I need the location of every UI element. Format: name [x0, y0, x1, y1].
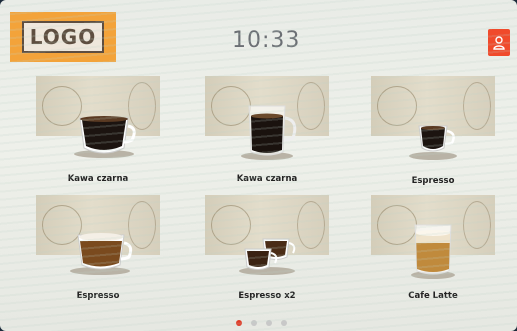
drink-tile-espresso-2[interactable]: Espresso — [36, 195, 160, 330]
page-dot-1[interactable] — [236, 320, 242, 326]
drink-tile-espresso-x2[interactable]: Espresso x2 — [205, 195, 329, 330]
clock: 10:33 — [232, 28, 301, 53]
drink-label: Espresso x2 — [238, 291, 296, 301]
drink-label: Kawa czarna — [67, 174, 129, 184]
page-dot-4[interactable] — [281, 320, 287, 326]
drink-tile-kawa-czarna-2[interactable]: Kawa czarna — [205, 76, 329, 211]
user-icon — [493, 35, 505, 50]
crema-cup-icon — [70, 233, 133, 275]
glass-icon — [241, 105, 297, 160]
drink-tile-espresso-1[interactable]: Espresso — [371, 76, 495, 211]
logo-text: LOGO — [21, 21, 105, 53]
drink-tile-kawa-czarna-1[interactable]: Kawa czarna — [36, 76, 160, 211]
latte-glass-icon — [411, 224, 455, 279]
drink-tile-cafe-latte[interactable]: Cafe Latte — [371, 195, 495, 330]
mug-icon — [74, 116, 136, 158]
drink-label: Kawa czarna — [236, 174, 298, 184]
drink-label: Espresso — [411, 176, 455, 186]
page-indicator — [236, 320, 287, 326]
page-dot-3[interactable] — [266, 320, 272, 326]
coffee-machine-screen: LOGO 10:33 Kawa czarna Kawa czarna Espre… — [0, 0, 517, 331]
page-dot-2[interactable] — [251, 320, 257, 326]
drink-label: Cafe Latte — [408, 291, 458, 301]
drink-label: Espresso — [76, 291, 120, 301]
double-cup-icon — [239, 238, 296, 275]
user-button[interactable] — [488, 29, 510, 56]
logo: LOGO — [10, 12, 116, 62]
espresso-cup-icon — [409, 125, 457, 160]
